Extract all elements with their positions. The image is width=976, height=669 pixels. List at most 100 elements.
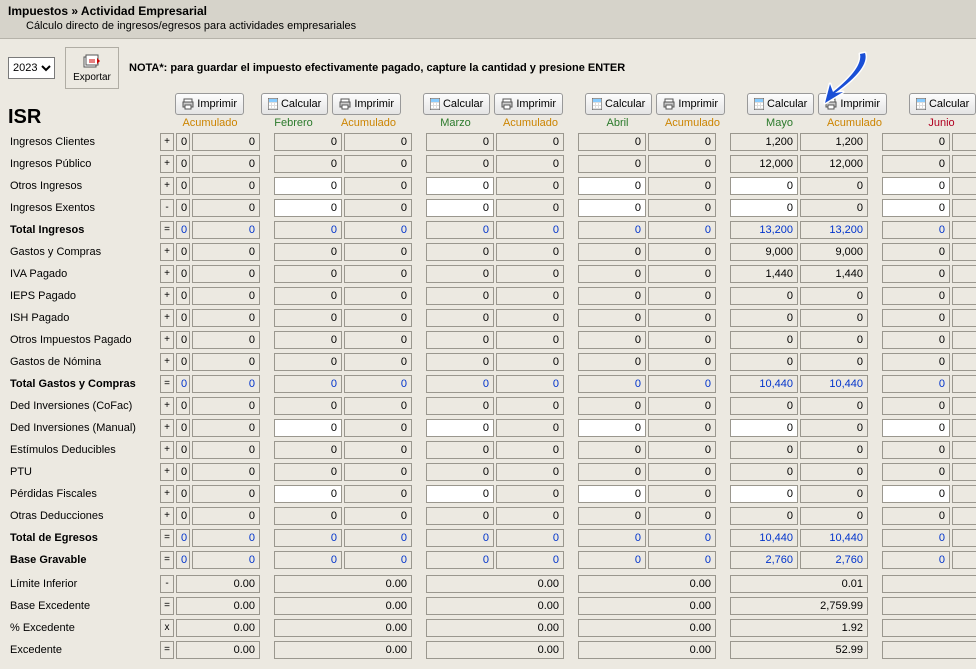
value-cell: 0: [578, 353, 646, 371]
value-cell: 0: [578, 287, 646, 305]
col-header-acumulado: Acumulado: [821, 117, 889, 129]
value-cell[interactable]: 0: [578, 419, 646, 437]
value-cell[interactable]: 0: [730, 177, 798, 195]
value-cell[interactable]: 0: [274, 177, 342, 195]
col-header-month: Junio: [908, 117, 976, 129]
value-cell: 10,440: [800, 375, 868, 393]
value-cell: 0: [578, 397, 646, 415]
value-cell[interactable]: 0: [274, 199, 342, 217]
value-cell: 0: [882, 133, 950, 151]
value-cell: 0: [426, 133, 494, 151]
value-cell: 0: [344, 221, 412, 239]
value-cell[interactable]: 0: [274, 419, 342, 437]
value-cell: 0: [192, 463, 260, 481]
calcular-button[interactable]: Calcular: [909, 93, 976, 115]
value-cell: 0: [344, 551, 412, 569]
op-cell: +: [160, 419, 174, 437]
value-cell: 0: [496, 353, 564, 371]
value-cell[interactable]: 0: [882, 419, 950, 437]
value-cell[interactable]: 0: [730, 199, 798, 217]
op-cell: +: [160, 287, 174, 305]
year-select[interactable]: 2023: [8, 57, 55, 79]
calcular-button[interactable]: Calcular: [423, 93, 490, 115]
value-cell[interactable]: 0: [578, 485, 646, 503]
calcular-button[interactable]: Calcular: [585, 93, 652, 115]
value-cell: 0: [800, 199, 868, 217]
value-cell: 0.00: [578, 597, 716, 615]
value-cell: 0.00: [176, 575, 260, 593]
value-cell: 0: [952, 331, 976, 349]
value-cell: 0: [344, 485, 412, 503]
value-cell: 0: [648, 155, 716, 173]
value-cell: 0: [176, 397, 190, 415]
value-cell: 0: [344, 353, 412, 371]
value-cell[interactable]: 0: [274, 485, 342, 503]
row-label: Gastos de Nómina: [8, 356, 160, 368]
value-cell: 0: [176, 177, 190, 195]
value-cell: 2,760: [730, 551, 798, 569]
value-cell[interactable]: 0: [426, 419, 494, 437]
value-cell: 0: [274, 155, 342, 173]
value-cell: 0: [952, 155, 976, 173]
op-cell: +: [160, 397, 174, 415]
value-cell: 9,000: [800, 243, 868, 261]
value-cell: 0.00: [882, 575, 976, 593]
value-cell: 0: [192, 397, 260, 415]
calculator-icon: [592, 98, 602, 110]
value-cell[interactable]: 0: [426, 485, 494, 503]
calculator-icon: [430, 98, 440, 110]
value-cell: 0.00: [274, 575, 412, 593]
value-cell: 0: [578, 507, 646, 525]
value-cell: 0: [344, 507, 412, 525]
value-cell: 0: [730, 507, 798, 525]
export-button[interactable]: Exportar: [65, 47, 119, 89]
value-cell: 0: [952, 287, 976, 305]
imprimir-button[interactable]: Imprimir: [332, 93, 401, 115]
value-cell[interactable]: 0: [730, 485, 798, 503]
calcular-button[interactable]: Calcular: [747, 93, 814, 115]
value-cell: 1,440: [730, 265, 798, 283]
row-label: ISH Pagado: [8, 312, 160, 324]
value-cell[interactable]: 0: [882, 177, 950, 195]
op-cell: +: [160, 243, 174, 261]
value-cell[interactable]: 0: [578, 177, 646, 195]
value-cell[interactable]: 0: [426, 199, 494, 217]
value-cell: 0: [648, 507, 716, 525]
value-cell: 0.00: [274, 619, 412, 637]
value-cell: 0: [800, 441, 868, 459]
printer-icon: [825, 98, 837, 110]
value-cell[interactable]: 0: [730, 419, 798, 437]
value-cell: 0: [800, 177, 868, 195]
value-cell: 12,000: [730, 155, 798, 173]
value-cell: 0: [882, 331, 950, 349]
value-cell: 0: [274, 133, 342, 151]
value-cell[interactable]: 0: [578, 199, 646, 217]
op-cell: =: [160, 597, 174, 615]
value-cell: 0: [952, 199, 976, 217]
imprimir-button[interactable]: Imprimir: [818, 93, 887, 115]
imprimir-button[interactable]: Imprimir: [494, 93, 563, 115]
value-cell: 0: [952, 485, 976, 503]
value-cell: 9,000: [730, 243, 798, 261]
value-cell[interactable]: 0: [882, 485, 950, 503]
calcular-button[interactable]: Calcular: [261, 93, 328, 115]
data-row: Total Gastos y Compras=0000000010,44010,…: [8, 373, 968, 395]
value-cell: 0.00: [426, 575, 564, 593]
value-cell: 0: [882, 397, 950, 415]
imprimir-button[interactable]: Imprimir: [175, 93, 244, 115]
value-cell: 0: [578, 243, 646, 261]
value-cell: 0: [882, 463, 950, 481]
value-cell: 0: [648, 331, 716, 349]
value-cell[interactable]: 0: [426, 177, 494, 195]
value-cell[interactable]: 0: [882, 199, 950, 217]
value-cell: 0: [882, 221, 950, 239]
value-cell: 0: [274, 221, 342, 239]
value-cell: 0: [730, 441, 798, 459]
op-cell: =: [160, 641, 174, 659]
value-cell: 0: [952, 221, 976, 239]
value-cell: 0: [426, 221, 494, 239]
imprimir-button[interactable]: Imprimir: [656, 93, 725, 115]
data-row: Gastos de Nómina+000000000000: [8, 351, 968, 373]
row-label: Límite Inferior: [8, 578, 160, 590]
row-label: Total de Egresos: [8, 532, 160, 544]
